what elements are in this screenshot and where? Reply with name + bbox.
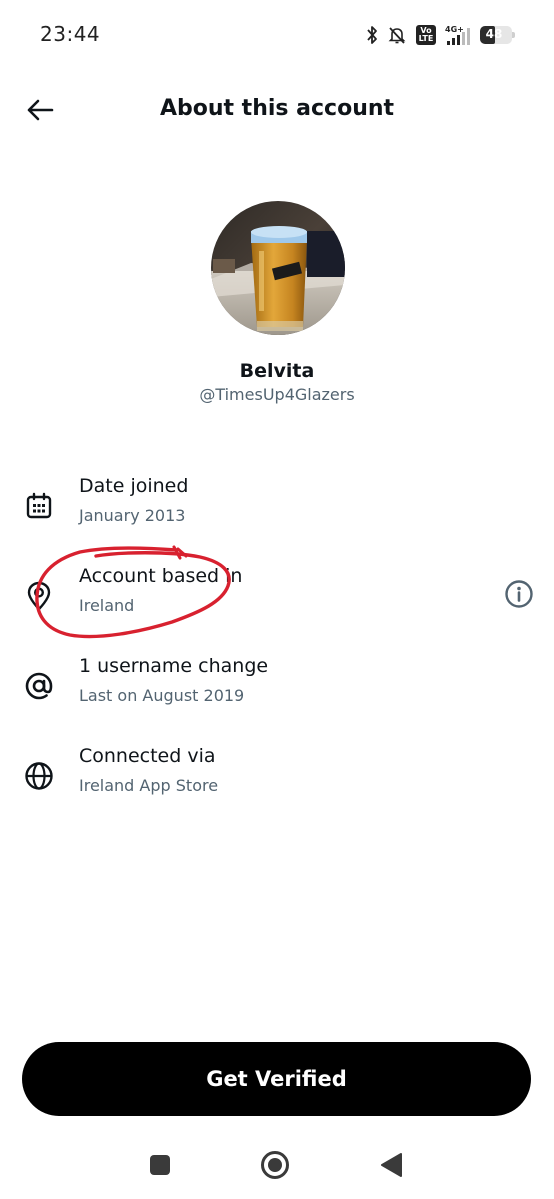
bluetooth-icon — [367, 26, 377, 44]
home-button[interactable] — [260, 1150, 290, 1180]
recents-square-icon — [150, 1155, 170, 1175]
page-title: About this account — [159, 96, 395, 121]
globe-icon — [22, 759, 56, 793]
status-time: 23:44 — [40, 22, 101, 46]
row-value: Ireland App Store — [79, 776, 219, 795]
row-value: January 2013 — [79, 506, 186, 525]
battery-icon: 48 — [480, 26, 515, 44]
recents-button[interactable] — [145, 1150, 175, 1180]
get-verified-button[interactable]: Get Verified — [22, 1042, 531, 1116]
row-account-based-in: Account based in Ireland — [0, 565, 554, 637]
system-back-button[interactable] — [376, 1150, 406, 1180]
row-title: Date joined — [79, 475, 189, 497]
network-type: 4G+ — [445, 25, 464, 34]
row-username-changes: 1 username change Last on August 2019 — [0, 655, 554, 727]
calendar-icon — [22, 489, 56, 523]
info-button[interactable] — [502, 577, 536, 611]
row-value: Ireland — [79, 596, 135, 615]
row-title: Account based in — [79, 565, 243, 587]
row-value: Last on August 2019 — [79, 686, 245, 705]
at-sign-icon — [22, 669, 56, 703]
row-connected-via: Connected via Ireland App Store — [0, 745, 554, 817]
battery-level: 48 — [485, 27, 503, 41]
system-nav-bar — [0, 1138, 554, 1190]
avatar[interactable] — [211, 201, 345, 335]
row-title: 1 username change — [79, 655, 269, 677]
avatar-beer-photo — [211, 201, 345, 335]
row-date-joined: Date joined January 2013 — [0, 475, 554, 547]
muted-bell-icon — [388, 27, 406, 44]
back-triangle-icon — [381, 1153, 402, 1177]
row-title: Connected via — [79, 745, 216, 767]
info-circle-icon — [505, 580, 533, 608]
status-icons: Vo LTE 4G+ 48 — [366, 22, 515, 48]
location-pin-icon — [22, 579, 56, 613]
status-bar: 23:44 Vo LTE 4G+ 48 — [0, 0, 554, 70]
username-handle: @TimesUp4Glazers — [199, 385, 355, 404]
display-name: Belvita — [239, 360, 315, 382]
home-circle-icon — [261, 1151, 289, 1179]
volte-icon: Vo LTE — [416, 25, 436, 45]
signal-icon: 4G+ — [445, 25, 470, 45]
